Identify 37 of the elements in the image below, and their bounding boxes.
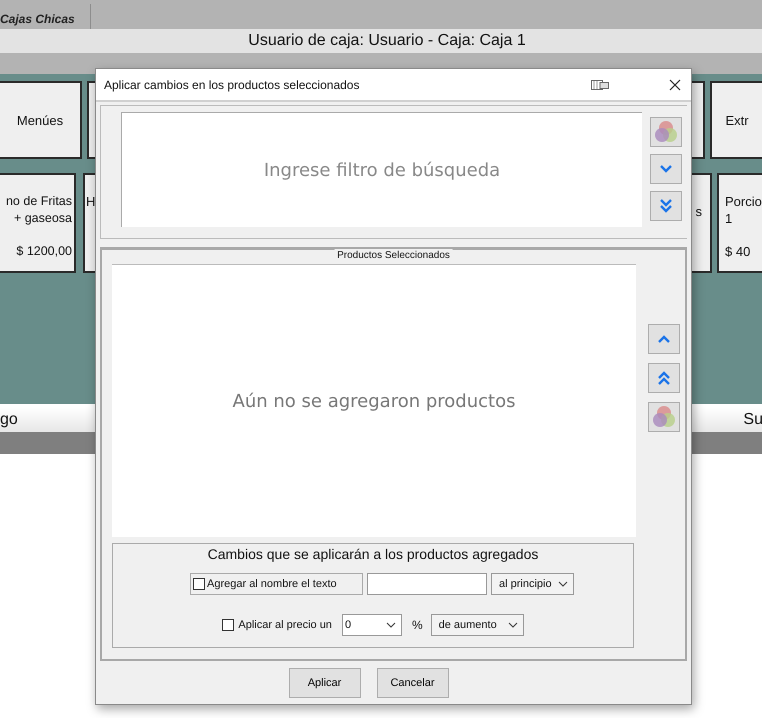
color-button[interactable] [650,117,682,147]
apply-button[interactable]: Aplicar [288,668,360,698]
direction-dropdown[interactable]: de aumento [430,614,524,636]
cashier-info: Usuario de caja: Usuario - Caja: Caja 1 [248,32,526,50]
move-all-down-button[interactable] [650,191,682,221]
checkbox-label: Aplicar al precio un [238,619,332,631]
move-down-button[interactable] [650,154,682,184]
percent-label: % [412,618,423,632]
caret-icon [386,622,396,628]
color-button[interactable] [648,402,680,432]
name-option[interactable]: Agregar al nombre el texto [190,573,363,595]
amount-dropdown[interactable]: 0 [342,614,402,636]
move-up-button[interactable] [648,324,680,354]
chevron-up-icon [657,334,671,344]
caret-icon [558,581,568,587]
product-tile[interactable]: Extr [710,81,762,159]
position-dropdown[interactable]: al principio [491,573,574,595]
move-all-up-button[interactable] [648,363,680,393]
section-title: Cambios que se aplicarán a los productos agregados [208,546,538,562]
footer-label: Su [743,410,762,428]
window-title: Aplicar cambios en los productos seleccionados [104,78,360,92]
footer-label: go [0,410,18,428]
close-icon[interactable] [669,78,681,90]
chevron-down-icon [659,164,673,174]
checkbox[interactable] [222,619,234,631]
product-list[interactable]: Aún no se agregaron productos [112,264,636,537]
product-tile[interactable]: Porcio 1 $ 40 [717,173,762,273]
search-field[interactable]: Ingrese filtro de búsqueda [121,112,642,227]
empty-message: Aún no se agregaron productos [232,390,516,412]
text-field[interactable] [367,573,487,595]
double-chevron-up-icon [657,370,671,386]
product-tile[interactable]: no de Fritas + gaseosa $ 1200,00 [0,173,76,273]
cancel-button[interactable]: Cancelar [376,668,448,698]
double-chevron-down-icon [659,198,673,214]
product-tile[interactable]: Menúes [0,81,82,159]
caret-icon [508,622,518,628]
checkbox[interactable] [193,578,205,590]
